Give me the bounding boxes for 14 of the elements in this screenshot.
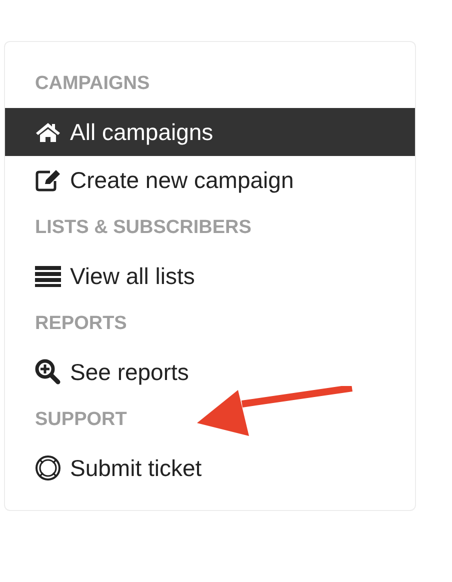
section-heading: SUPPORT xyxy=(35,408,127,432)
nav-item[interactable]: Submit ticket xyxy=(5,444,415,492)
nav-item[interactable]: All campaigns xyxy=(5,108,415,156)
section-heading: LISTS & SUBSCRIBERS xyxy=(35,216,252,240)
nav-item[interactable]: See reports xyxy=(5,348,415,396)
zoom-in-icon xyxy=(35,359,61,385)
section-heading: CAMPAIGNS xyxy=(35,72,150,96)
list-icon xyxy=(35,265,61,287)
section-heading: REPORTS xyxy=(35,312,127,336)
nav-item[interactable]: Create new campaign xyxy=(5,156,415,204)
edit-icon xyxy=(35,168,61,192)
home-icon xyxy=(35,121,61,143)
life-ring-icon xyxy=(35,455,61,481)
nav-item[interactable]: View all lists xyxy=(5,252,415,300)
